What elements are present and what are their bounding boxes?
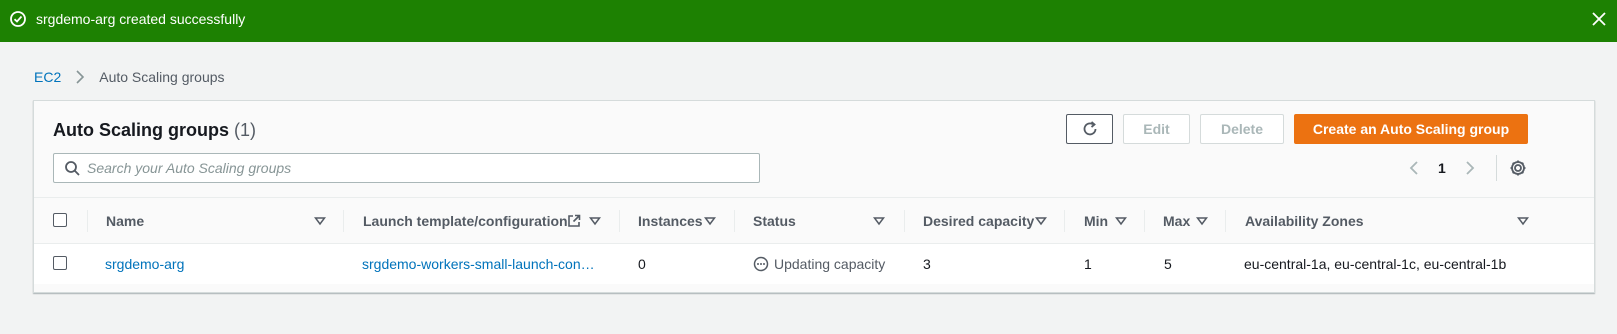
column-divider bbox=[1144, 210, 1145, 232]
column-status-label: Status bbox=[753, 213, 796, 229]
chevron-right-icon[interactable] bbox=[1462, 160, 1478, 176]
refresh-button[interactable] bbox=[1066, 114, 1113, 144]
sort-caret-icon bbox=[1115, 217, 1127, 226]
check-circle-icon bbox=[10, 11, 26, 27]
auto-scaling-groups-panel: Auto Scaling groups (1) Edit Delete Crea… bbox=[33, 100, 1595, 293]
min-value: 1 bbox=[1084, 256, 1092, 272]
sort-caret-icon bbox=[704, 217, 716, 226]
column-divider bbox=[1225, 210, 1226, 232]
status-text: Updating capacity bbox=[774, 256, 886, 272]
column-zones-label: Availability Zones bbox=[1245, 213, 1364, 229]
availability-zones-value: eu-central-1a, eu-central-1c, eu-central… bbox=[1244, 256, 1507, 272]
sort-caret-icon bbox=[314, 217, 326, 226]
column-divider bbox=[619, 210, 620, 232]
column-header-max[interactable]: Max bbox=[1163, 198, 1223, 244]
panel-header: Auto Scaling groups (1) Edit Delete Crea… bbox=[34, 101, 1594, 197]
table-header: Name Launch template/configuration Insta… bbox=[34, 197, 1594, 244]
search-icon bbox=[65, 161, 80, 176]
column-header-min[interactable]: Min bbox=[1084, 198, 1144, 244]
search-input[interactable] bbox=[87, 154, 747, 182]
pagination: 1 bbox=[1406, 157, 1478, 179]
column-header-launch-template[interactable]: Launch template/configuration bbox=[363, 198, 613, 244]
sort-caret-icon bbox=[1517, 217, 1529, 226]
column-header-name[interactable]: Name bbox=[106, 198, 326, 244]
create-auto-scaling-group-button[interactable]: Create an Auto Scaling group bbox=[1294, 114, 1528, 144]
panel-title-text: Auto Scaling groups bbox=[53, 120, 230, 140]
column-divider bbox=[904, 210, 905, 232]
status-cell: Updating capacity bbox=[753, 244, 885, 284]
breadcrumb: EC2 Auto Scaling groups bbox=[34, 69, 225, 85]
column-desired-label: Desired capacity bbox=[923, 213, 1035, 229]
column-launch-template-label: Launch template/configuration bbox=[363, 213, 568, 229]
status-in-progress-icon bbox=[753, 256, 769, 272]
desired-capacity-value: 3 bbox=[923, 256, 931, 272]
column-divider bbox=[734, 210, 735, 232]
column-header-status[interactable]: Status bbox=[753, 198, 903, 244]
column-divider bbox=[343, 210, 344, 232]
pagination-divider bbox=[1496, 155, 1497, 181]
max-value: 5 bbox=[1164, 256, 1172, 272]
column-header-desired-capacity[interactable]: Desired capacity bbox=[923, 198, 1073, 244]
flash-message: srgdemo-arg created successfully bbox=[36, 11, 246, 27]
sort-caret-icon bbox=[589, 217, 601, 226]
success-flash-banner: srgdemo-arg created successfully bbox=[0, 0, 1617, 42]
column-instances-label: Instances bbox=[638, 213, 703, 229]
column-divider bbox=[87, 210, 88, 232]
chevron-left-icon[interactable] bbox=[1406, 160, 1422, 176]
sort-caret-icon bbox=[1035, 217, 1047, 226]
search-bar bbox=[53, 153, 760, 183]
gear-icon[interactable] bbox=[1508, 158, 1528, 178]
delete-button[interactable]: Delete bbox=[1200, 114, 1284, 144]
row-select-checkbox[interactable] bbox=[53, 256, 67, 270]
refresh-icon bbox=[1083, 121, 1096, 136]
sort-caret-icon bbox=[1196, 217, 1208, 226]
column-min-label: Min bbox=[1084, 213, 1109, 229]
column-header-instances[interactable]: Instances bbox=[638, 198, 738, 244]
column-divider bbox=[1064, 210, 1065, 232]
column-header-availability-zones[interactable]: Availability Zones bbox=[1245, 198, 1545, 244]
panel-title-count: (1) bbox=[234, 120, 257, 140]
group-name-link[interactable]: srgdemo-arg bbox=[105, 244, 184, 284]
page-number[interactable]: 1 bbox=[1438, 160, 1446, 176]
page-title: Auto Scaling groups (1) bbox=[53, 120, 256, 141]
select-all-checkbox[interactable] bbox=[53, 213, 67, 227]
column-max-label: Max bbox=[1163, 213, 1191, 229]
instances-value: 0 bbox=[638, 256, 646, 272]
breadcrumb-ec2-link[interactable]: EC2 bbox=[34, 69, 61, 85]
sort-caret-icon bbox=[873, 217, 885, 226]
table-row[interactable]: srgdemo-arg srgdemo-workers-small-launch… bbox=[34, 244, 1594, 284]
external-link-icon bbox=[568, 214, 581, 227]
edit-button[interactable]: Edit bbox=[1123, 114, 1190, 144]
launch-template-link[interactable]: srgdemo-workers-small-launch-con… bbox=[362, 244, 595, 284]
close-icon[interactable] bbox=[1589, 9, 1609, 29]
breadcrumb-current: Auto Scaling groups bbox=[99, 69, 225, 85]
chevron-right-icon bbox=[76, 70, 85, 84]
column-name-label: Name bbox=[106, 213, 145, 229]
